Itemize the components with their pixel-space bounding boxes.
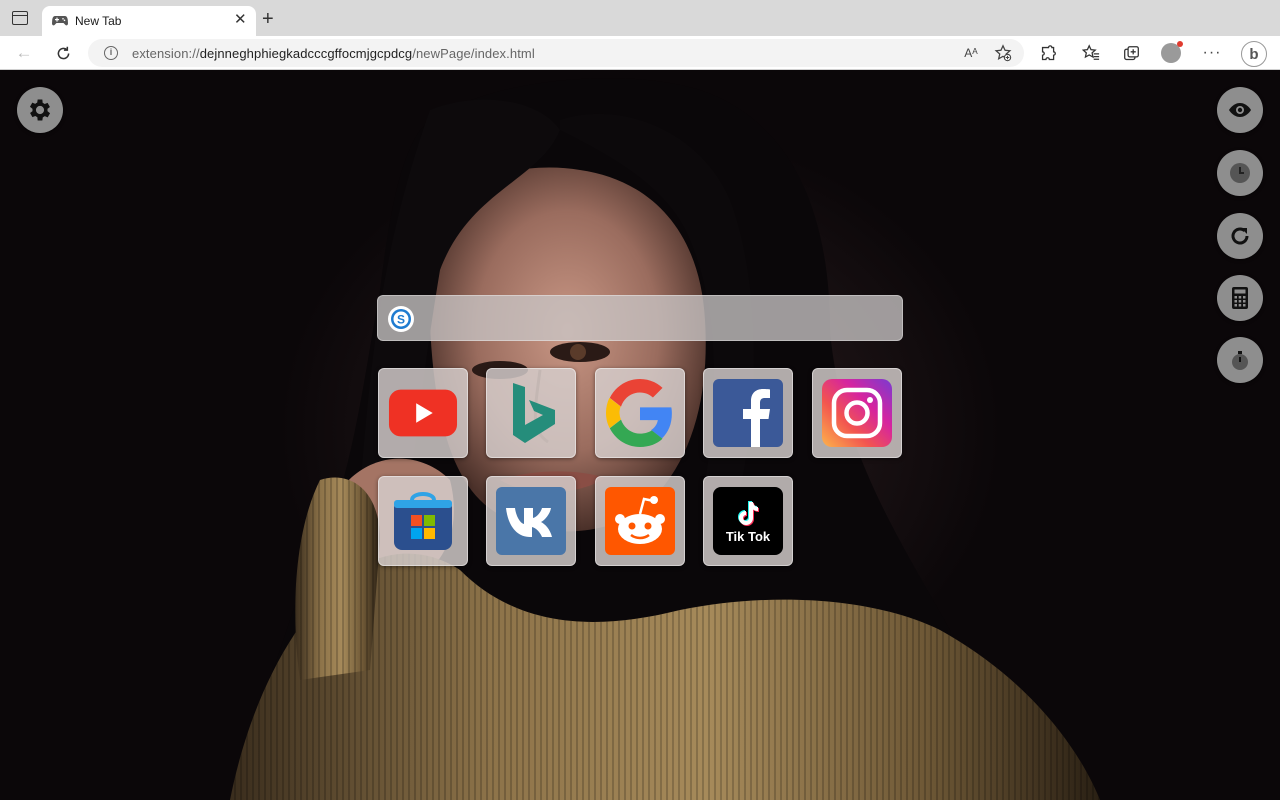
calculator-button[interactable] (1217, 275, 1263, 321)
shortcut-bing[interactable] (486, 368, 576, 458)
back-arrow-icon[interactable]: ← (13, 42, 35, 64)
google-icon (605, 379, 675, 447)
vk-icon (496, 487, 566, 555)
extensions-icon[interactable] (1037, 42, 1059, 64)
more-icon[interactable]: ··· (1201, 42, 1223, 64)
read-aloud-icon[interactable]: Aᴬ (960, 42, 982, 64)
bing-icon (496, 379, 566, 447)
new-tab-page: S Tik Tok (0, 70, 1280, 800)
profile-avatar[interactable] (1160, 41, 1183, 64)
tab-strip: New Tab ✕ + (0, 0, 1280, 36)
calculator-icon (1232, 287, 1248, 309)
clock-button[interactable] (1217, 150, 1263, 196)
search-engine-logo-icon[interactable]: S (388, 306, 414, 332)
tiktok-label: Tik Tok (725, 528, 771, 544)
close-tab-icon[interactable]: ✕ (234, 12, 247, 27)
microsoft-store-icon (388, 487, 458, 555)
refresh-icon (1231, 227, 1249, 245)
shortcut-facebook[interactable] (703, 368, 793, 458)
shortcut-google[interactable] (595, 368, 685, 458)
facebook-icon (713, 379, 783, 447)
gamepad-icon (52, 16, 68, 26)
info-icon[interactable]: i (104, 46, 118, 60)
url-text[interactable]: extension://dejnneghphiegkadcccgffocmjgc… (132, 46, 535, 61)
search-bar: S (377, 295, 903, 341)
shortcut-youtube[interactable] (378, 368, 468, 458)
bing-icon[interactable]: b (1240, 40, 1268, 68)
favorites-icon[interactable] (1080, 42, 1102, 64)
tiktok-icon: Tik Tok (713, 487, 783, 555)
browser-toolbar: ← i extension://dejnneghphiegkadcccgffoc… (0, 36, 1280, 70)
gear-icon (29, 99, 51, 121)
reload-background-button[interactable] (1217, 213, 1263, 259)
toggle-visibility-button[interactable] (1217, 87, 1263, 133)
youtube-icon (388, 379, 458, 447)
add-favorite-icon[interactable] (992, 42, 1014, 64)
shortcut-reddit[interactable] (595, 476, 685, 566)
tab-new-tab[interactable]: New Tab ✕ (42, 6, 256, 36)
refresh-icon[interactable] (52, 42, 74, 64)
shortcut-microsoft-store[interactable] (378, 476, 468, 566)
clock-icon (1230, 163, 1250, 183)
stopwatch-icon (1232, 351, 1248, 370)
shortcut-tiktok[interactable]: Tik Tok (703, 476, 793, 566)
shortcut-vk[interactable] (486, 476, 576, 566)
tab-actions-icon[interactable] (12, 11, 28, 25)
shortcut-instagram[interactable] (812, 368, 902, 458)
address-bar[interactable]: i extension://dejnneghphiegkadcccgffocmj… (88, 39, 1024, 67)
search-input[interactable] (424, 296, 894, 340)
instagram-icon (822, 379, 892, 447)
collections-icon[interactable] (1120, 42, 1142, 64)
svg-text:S: S (397, 313, 405, 327)
stopwatch-button[interactable] (1217, 337, 1263, 383)
settings-button[interactable] (17, 87, 63, 133)
new-tab-icon[interactable]: + (262, 9, 274, 29)
reddit-icon (605, 487, 675, 555)
eye-icon (1229, 103, 1251, 117)
tab-title: New Tab (75, 14, 122, 28)
